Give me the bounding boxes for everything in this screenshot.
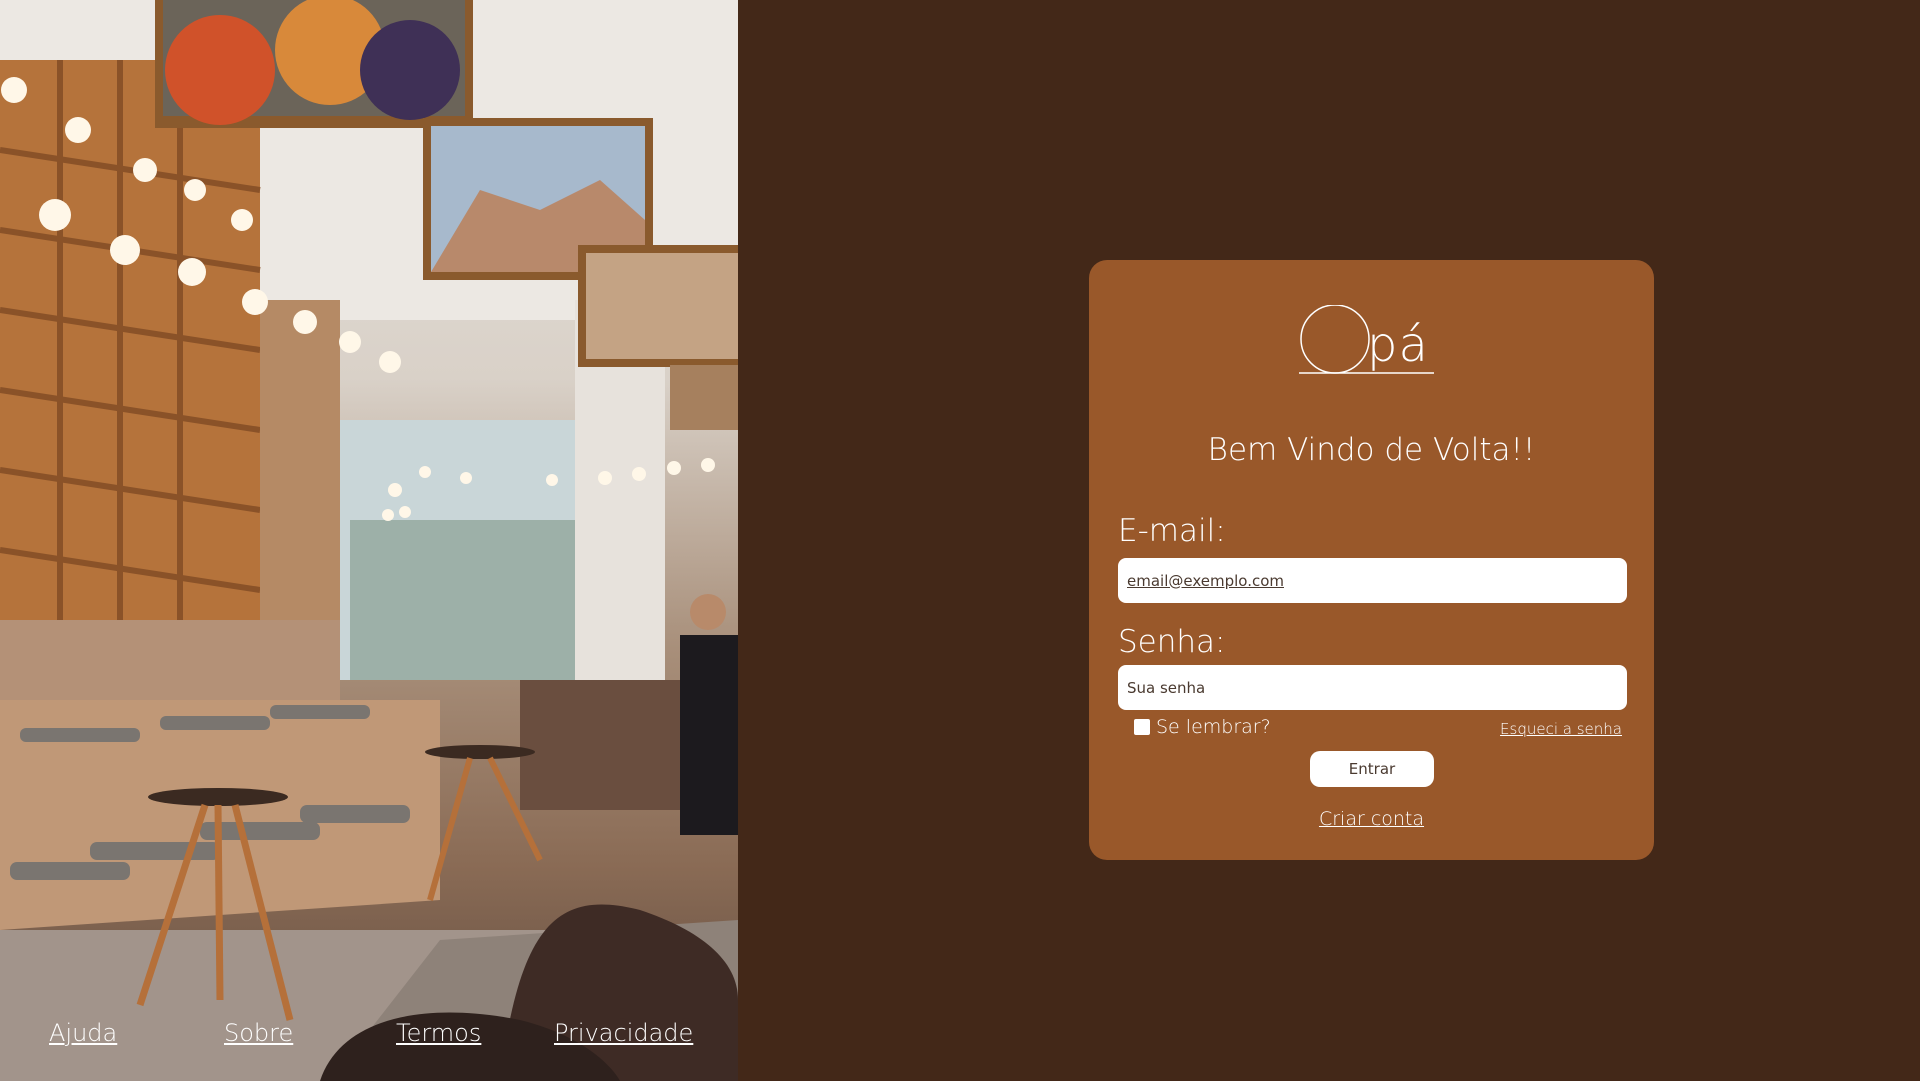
remember-label: Se lembrar? xyxy=(1156,716,1271,738)
login-button[interactable]: Entrar xyxy=(1310,751,1434,787)
footer-link-ajuda[interactable]: Ajuda xyxy=(49,1019,117,1047)
remember-me[interactable]: Se lembrar? xyxy=(1134,716,1271,738)
password-label: Senha: xyxy=(1118,624,1226,660)
login-card: pá Bem Vindo de Volta!! E-mail: Senha: S… xyxy=(1089,260,1654,860)
footer-link-privacidade[interactable]: Privacidade xyxy=(554,1019,693,1047)
forgot-password-link[interactable]: Esqueci a senha xyxy=(1500,720,1622,738)
logo-text: pá xyxy=(1367,317,1429,373)
email-label: E-mail: xyxy=(1118,513,1226,549)
email-field[interactable] xyxy=(1118,558,1627,603)
footer-nav: Ajuda Sobre Termos Privacidade xyxy=(0,1019,738,1069)
create-account-link[interactable]: Criar conta xyxy=(1089,808,1654,830)
cafe-interior-image xyxy=(0,0,738,1081)
remember-checkbox[interactable] xyxy=(1134,719,1150,735)
logo: pá xyxy=(1299,304,1439,390)
footer-link-sobre[interactable]: Sobre xyxy=(224,1019,293,1047)
hero-photo: Ajuda Sobre Termos Privacidade xyxy=(0,0,738,1081)
password-field[interactable] xyxy=(1118,665,1627,710)
footer-link-termos[interactable]: Termos xyxy=(396,1019,481,1047)
welcome-heading: Bem Vindo de Volta!! xyxy=(1207,432,1536,468)
